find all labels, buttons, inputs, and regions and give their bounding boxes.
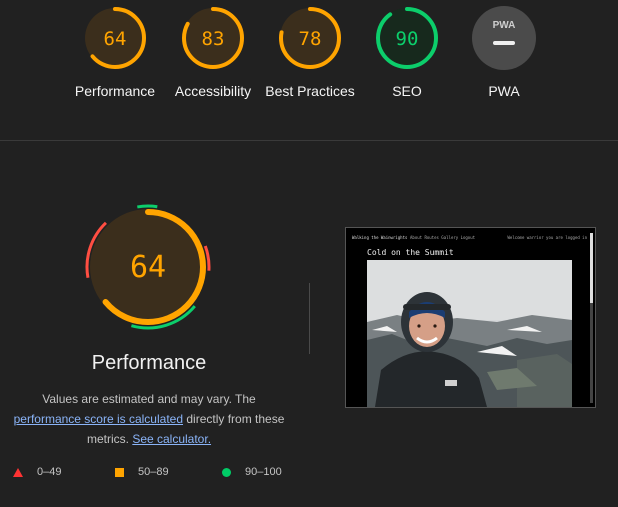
legend-fail-range: 0–49 — [37, 466, 62, 478]
desc-text-pre: Values are estimated and may vary. The — [42, 392, 256, 406]
seo-gauge-ring: 90 — [376, 7, 438, 69]
screenshot-site-name: Walking the Wainwrights — [352, 235, 408, 240]
divider — [309, 283, 310, 354]
gauge-label: Best Practices — [265, 83, 355, 99]
screenshot-scroll-thumb — [590, 233, 593, 303]
see-calculator-link[interactable]: See calculator. — [132, 432, 211, 446]
gauge-label: Accessibility — [174, 83, 252, 99]
gauge-score: 90 — [396, 28, 419, 50]
performance-main-gauge: 64 — [85, 204, 211, 330]
gauge-label: PWA — [488, 83, 520, 99]
gauge-performance[interactable]: 64 Performance — [65, 6, 165, 101]
gauge-best-practices[interactable]: 78 Best Practices — [260, 6, 360, 101]
pwa-badge-text: PWA — [493, 20, 516, 31]
gauge-label: SEO — [392, 83, 422, 99]
score-description: Values are estimated and may vary. The p… — [0, 389, 298, 449]
best-practices-gauge-ring: 78 — [279, 7, 341, 69]
legend-pass-range: 90–100 — [245, 466, 282, 478]
gauge-label: Performance — [74, 83, 156, 99]
legend-pass: 90–100 — [222, 466, 282, 478]
accessibility-gauge-ring: 83 — [182, 7, 244, 69]
screenshot-scrollbar — [590, 233, 593, 403]
main-score: 64 — [130, 250, 166, 285]
gauge-score: 78 — [299, 28, 322, 50]
screenshot-welcome: Welcome warrior you are logged in — [507, 235, 587, 240]
circle-icon — [222, 467, 231, 477]
gauge-score: 64 — [104, 28, 127, 50]
pwa-badge-icon: PWA — [472, 6, 536, 70]
legend-fail: 0–49 — [13, 466, 61, 478]
legend-average-range: 50–89 — [138, 466, 169, 478]
performance-gauge-ring: 64 — [84, 7, 146, 69]
gauge-accessibility[interactable]: 83 Accessibility — [163, 6, 263, 101]
square-icon — [115, 467, 124, 477]
gauge-seo[interactable]: 90 SEO — [357, 6, 457, 101]
summit-photo — [367, 260, 572, 407]
score-calculation-link[interactable]: performance score is calculated — [14, 412, 183, 426]
category-gauges: 64 Performance 83 Accessibility 78 Best … — [0, 0, 618, 141]
legend-average: 50–89 — [115, 466, 169, 478]
final-screenshot[interactable]: Walking the Wainwrights About Routes Gal… — [345, 227, 596, 408]
screenshot-site-nav: Walking the Wainwrights About Routes Gal… — [352, 235, 587, 243]
score-scale-legend: 0–49 50–89 90–100 — [0, 466, 618, 482]
gauge-pwa[interactable]: PWA PWA — [454, 6, 554, 101]
screenshot-post-title: Cold on the Summit — [367, 248, 454, 257]
screenshot-nav-links: About Routes Gallery Logout — [410, 235, 476, 240]
gauge-score: 83 — [202, 28, 225, 50]
triangle-icon — [13, 467, 23, 477]
category-title: Performance — [91, 352, 207, 374]
